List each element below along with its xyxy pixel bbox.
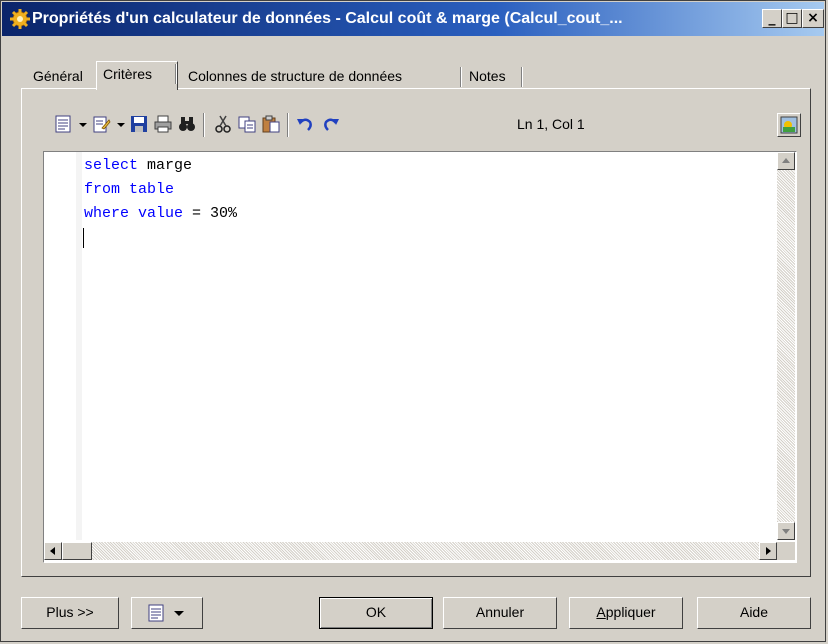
scroll-left-button[interactable] (44, 542, 62, 560)
sql-editor[interactable]: select marge from table where value = 30% (43, 151, 797, 563)
code-content[interactable]: select marge from table where value = 30% (84, 154, 237, 226)
arrow-right-icon (766, 547, 771, 555)
more-button[interactable]: Plus >> (21, 597, 119, 629)
copy-icon[interactable] (237, 114, 257, 134)
minimize-icon: _ (768, 10, 776, 26)
scroll-thumb[interactable] (62, 542, 92, 560)
toolbar-separator (287, 113, 289, 137)
tab-notes[interactable]: Notes (463, 65, 523, 89)
redo-icon[interactable] (321, 114, 341, 134)
minimize-button[interactable]: _ (762, 9, 782, 28)
arrow-left-icon (50, 547, 55, 555)
save-icon[interactable] (129, 114, 149, 134)
close-button[interactable]: × (802, 9, 824, 28)
edit-with-icon[interactable] (91, 114, 111, 134)
tab-criteres[interactable]: Critères (96, 61, 178, 90)
help-button[interactable]: Aide (697, 597, 811, 629)
properties-dialog: Propriétés d'un calculateur de données -… (0, 0, 826, 642)
scroll-up-button[interactable] (777, 152, 795, 170)
editor-margin (76, 152, 82, 540)
tab-label: Colonnes de structure de données (188, 68, 403, 84)
print-icon[interactable] (153, 114, 173, 134)
cut-icon[interactable] (213, 114, 233, 134)
tab-label: Critères (103, 66, 153, 82)
menu-dropdown-button[interactable] (131, 597, 203, 629)
gear-icon (10, 9, 30, 29)
cancel-button[interactable]: Annuler (443, 597, 557, 629)
close-icon: × (807, 10, 819, 26)
apply-button[interactable]: Appliquer (569, 597, 683, 629)
tab-label: Général (33, 68, 83, 84)
title-bar[interactable]: Propriétés d'un calculateur de données -… (2, 2, 824, 36)
cancel-button-label: Annuler (475, 604, 525, 620)
help-button-label: Aide (739, 604, 769, 620)
arrow-down-icon (782, 529, 790, 534)
scroll-down-button[interactable] (777, 522, 795, 540)
more-button-label: Plus >> (46, 604, 94, 620)
scrollbar-corner (777, 542, 795, 560)
tab-general[interactable]: Général (27, 65, 89, 89)
tab-colonnes[interactable]: Colonnes de structure de données (182, 65, 462, 89)
horizontal-scrollbar[interactable] (44, 542, 777, 560)
code-line: select marge (84, 157, 193, 174)
ok-button[interactable]: OK (319, 597, 433, 629)
undo-icon[interactable] (295, 114, 315, 134)
paste-icon[interactable] (261, 114, 281, 134)
chevron-down-icon (174, 611, 184, 616)
toolbar-separator (203, 113, 205, 137)
chevron-down-icon[interactable] (79, 123, 87, 127)
maximize-icon: □ (785, 10, 799, 26)
cursor-position: Ln 1, Col 1 (517, 116, 585, 132)
properties-icon (780, 116, 798, 134)
vertical-scrollbar[interactable] (777, 152, 795, 540)
arrow-up-icon (782, 158, 790, 163)
apply-button-label: Appliquer (596, 604, 656, 620)
text-caret (83, 228, 84, 248)
editor-gutter (44, 152, 74, 540)
scroll-right-button[interactable] (759, 542, 777, 560)
edit-menu-icon[interactable] (53, 114, 73, 134)
edit-menu-icon (148, 604, 164, 622)
ok-button-label: OK (365, 604, 387, 620)
properties-button[interactable] (777, 113, 801, 137)
tab-label: Notes (469, 68, 506, 84)
find-icon[interactable] (177, 114, 197, 134)
chevron-down-icon[interactable] (117, 123, 125, 127)
code-line: where value = 30% (84, 205, 238, 222)
code-line: from table (84, 181, 175, 198)
window-title: Propriétés d'un calculateur de données -… (32, 10, 623, 27)
maximize-button[interactable]: □ (782, 9, 802, 28)
